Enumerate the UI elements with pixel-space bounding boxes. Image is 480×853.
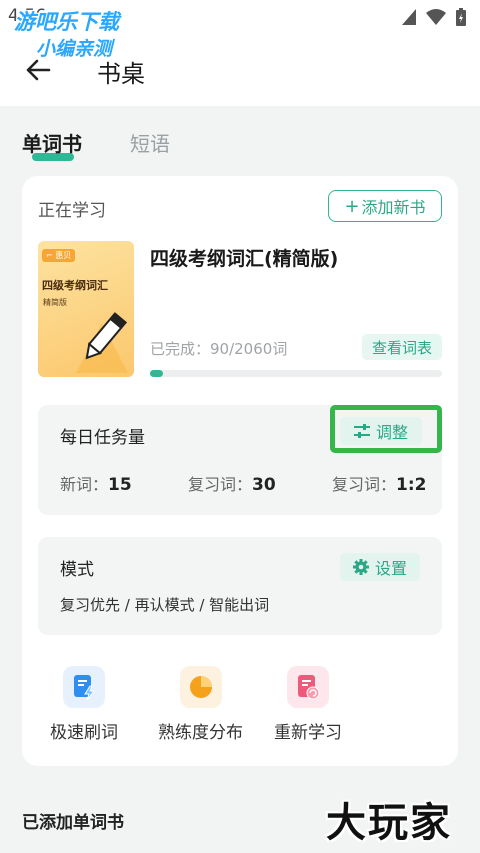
added-books-title: 已添加单词书 bbox=[22, 813, 124, 833]
flash-doc-icon bbox=[63, 666, 105, 708]
book-cover[interactable]: ⌐ 惠贝 四级考纲词汇 精简版 bbox=[38, 241, 134, 377]
cover-tag: ⌐ 惠贝 bbox=[42, 249, 76, 262]
tab-wordbook[interactable]: 单词书 bbox=[22, 128, 82, 161]
review-words-value: 30 bbox=[252, 475, 276, 495]
current-book-card: 正在学习 + 添加新书 ⌐ 惠贝 四级考纲词汇 精简版 四级考纲词汇(精简版) … bbox=[22, 176, 458, 766]
tab-wordbook-label: 单词书 bbox=[22, 132, 82, 156]
watermark-bottom-right: 大玩家 bbox=[326, 800, 452, 846]
stat-new-words: 新词：15 bbox=[60, 471, 132, 495]
review-words-label: 复习词： bbox=[188, 475, 253, 494]
status-icons bbox=[402, 8, 466, 26]
refresh-doc-icon bbox=[287, 666, 329, 708]
tab-bar: 单词书 短语 bbox=[22, 128, 170, 161]
action-speed-review-label: 极速刷词 bbox=[50, 723, 118, 743]
cover-title: 四级考纲词汇 bbox=[42, 279, 108, 292]
pencil-icon bbox=[76, 312, 128, 373]
adjust-button[interactable]: 调整 bbox=[340, 417, 422, 445]
watermark-line2: 小编亲测 bbox=[36, 38, 113, 60]
new-words-value: 15 bbox=[108, 475, 132, 495]
tab-phrases[interactable]: 短语 bbox=[130, 128, 170, 157]
battery-icon bbox=[456, 8, 466, 26]
progress-text: 已完成：90/2060词 bbox=[150, 340, 288, 358]
signal-icon bbox=[402, 9, 416, 25]
action-relearn-label: 重新学习 bbox=[274, 723, 342, 743]
new-words-label: 新词： bbox=[60, 475, 109, 494]
add-book-button[interactable]: + 添加新书 bbox=[328, 190, 442, 222]
pie-chart-icon bbox=[179, 666, 222, 708]
view-wordlist-button[interactable]: 查看词表 bbox=[362, 334, 442, 360]
stat-review-words: 复习词：30 bbox=[188, 471, 276, 495]
mode-title: 模式 bbox=[60, 560, 94, 580]
gear-icon bbox=[352, 559, 369, 575]
mode-description: 复习优先 / 再认模式 / 智能出词 bbox=[60, 596, 270, 614]
progress-bar bbox=[150, 370, 442, 377]
progress-bar-fill bbox=[150, 370, 163, 377]
daily-task-title: 每日任务量 bbox=[60, 428, 145, 448]
action-proficiency-label: 熟练度分布 bbox=[158, 723, 243, 743]
ratio-value: 1:2 bbox=[396, 475, 427, 495]
wifi-icon bbox=[426, 9, 446, 25]
cover-subtitle: 精简版 bbox=[43, 298, 67, 307]
tab-phrases-label: 短语 bbox=[130, 132, 170, 156]
book-title[interactable]: 四级考纲词汇(精简版) bbox=[150, 244, 338, 271]
action-relearn[interactable]: 重新学习 bbox=[274, 666, 342, 743]
action-speed-review[interactable]: 极速刷词 bbox=[50, 666, 118, 743]
daily-task-panel: 每日任务量 调整 新词：15 复习词：30 复习词：1:2 bbox=[38, 405, 442, 515]
watermark-top: 游吧乐下载 小编亲测 bbox=[14, 6, 119, 61]
watermark-line1: 游吧乐下载 bbox=[14, 10, 119, 34]
settings-button[interactable]: 设置 bbox=[340, 553, 420, 581]
sliders-icon bbox=[353, 424, 370, 438]
mode-panel: 模式 设置 复习优先 / 再认模式 / 智能出词 bbox=[38, 537, 442, 635]
ratio-label: 复习词： bbox=[332, 475, 397, 494]
adjust-label: 调整 bbox=[375, 423, 408, 442]
studying-label: 正在学习 bbox=[38, 201, 106, 221]
plus-icon: + bbox=[344, 195, 360, 217]
stat-ratio: 复习词：1:2 bbox=[332, 471, 426, 495]
action-proficiency[interactable]: 熟练度分布 bbox=[158, 666, 243, 743]
settings-label: 设置 bbox=[374, 559, 407, 578]
add-book-label: 添加新书 bbox=[361, 198, 426, 217]
